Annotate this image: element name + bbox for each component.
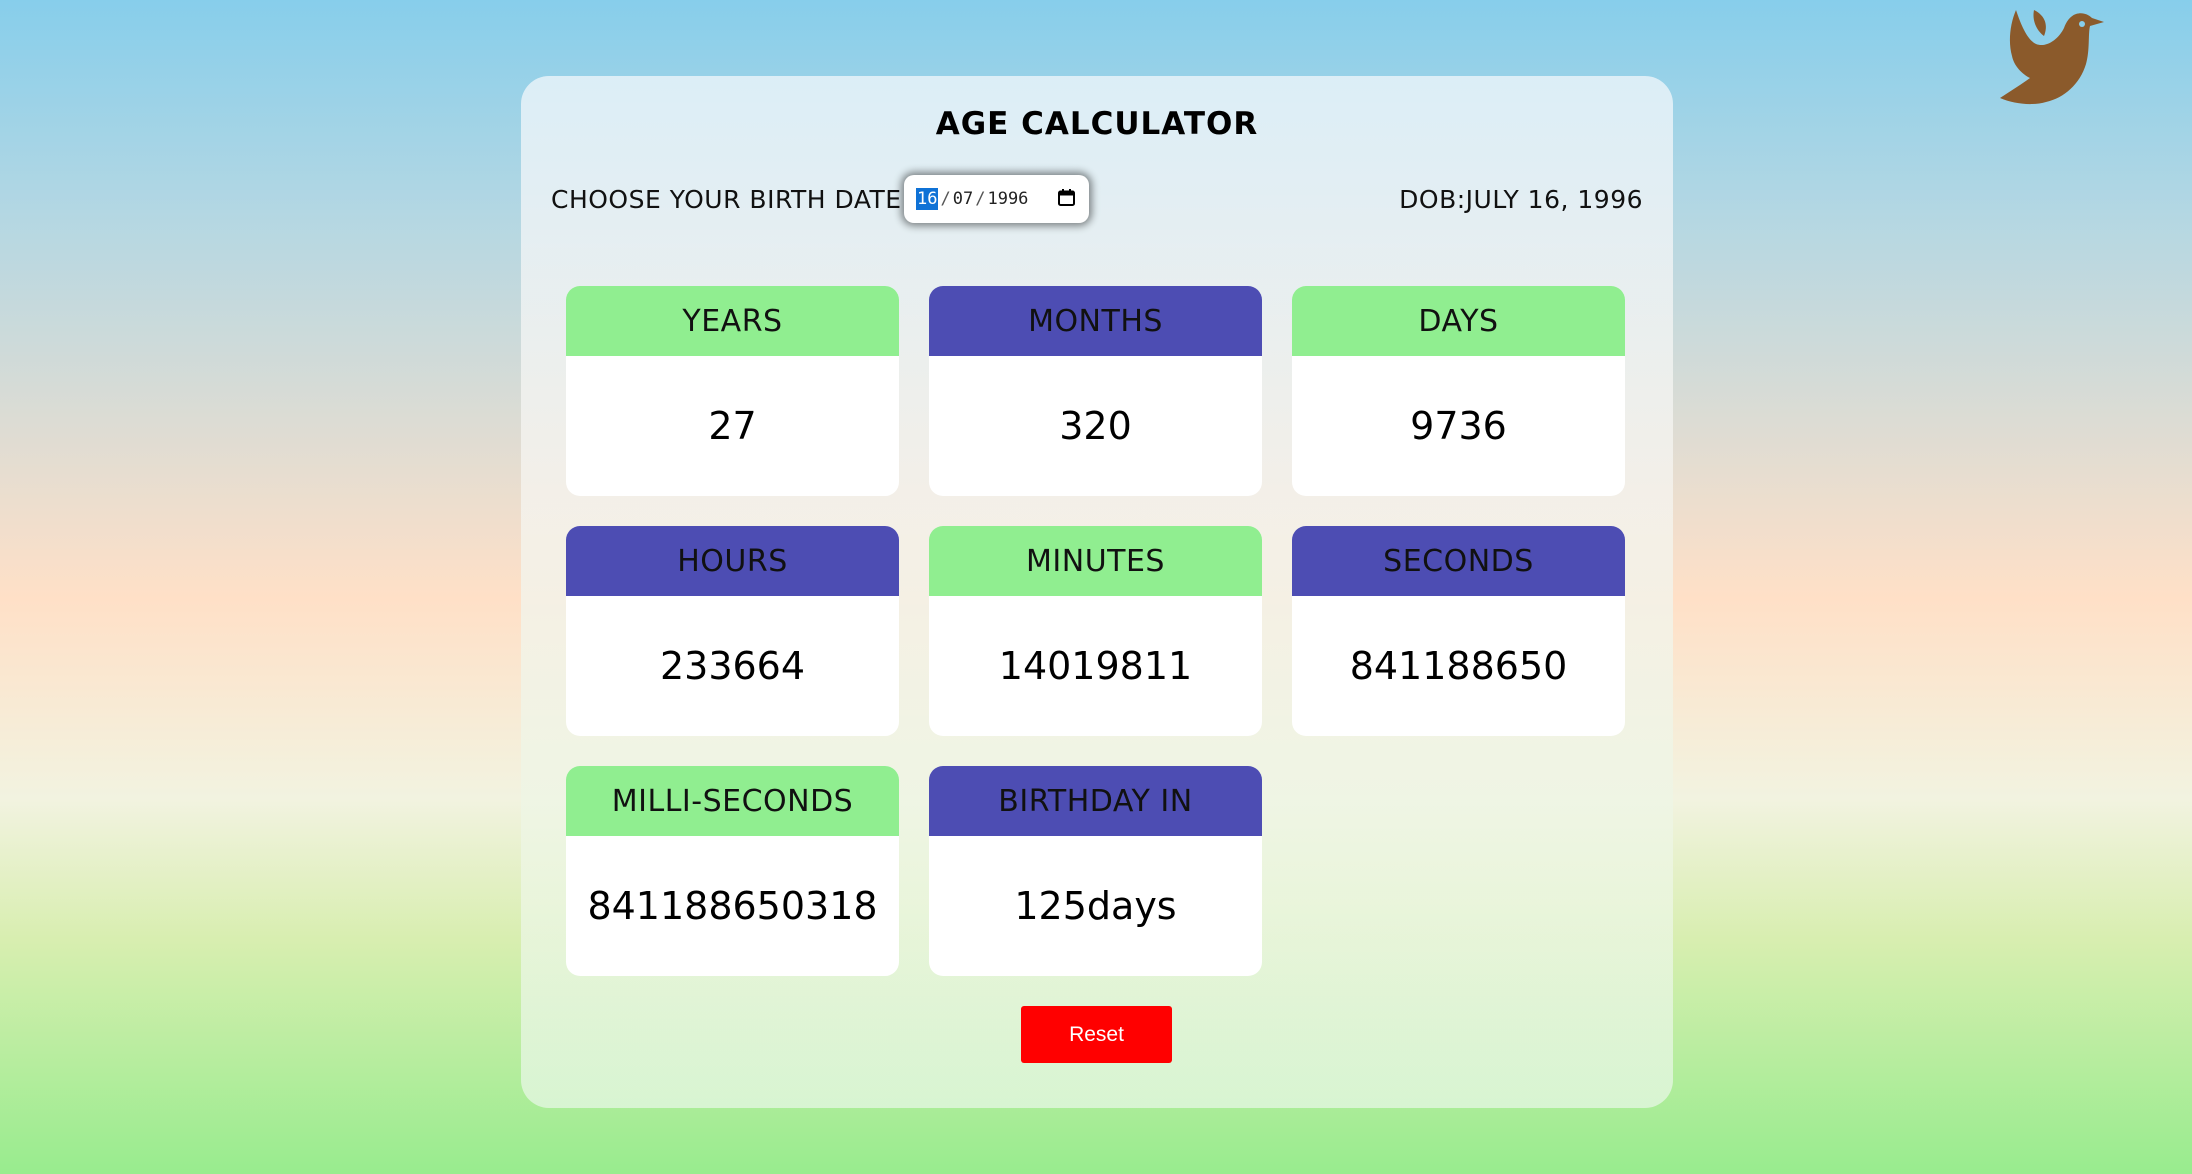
tile-value: 320 <box>1059 404 1132 448</box>
birthday-in-tile: BIRTHDAY IN 125days <box>929 766 1262 976</box>
minutes-tile: MINUTES 14019811 <box>929 526 1262 736</box>
calendar-icon[interactable] <box>1058 189 1075 206</box>
birth-date-label: CHOOSE YOUR BIRTH DATE <box>551 185 902 214</box>
tile-label: MINUTES <box>929 526 1262 596</box>
tile-label: MILLI-SECONDS <box>566 766 899 836</box>
months-tile: MONTHS 320 <box>929 286 1262 496</box>
birth-date-input[interactable]: 16/07/1996 <box>904 175 1089 223</box>
date-separator: / <box>940 189 951 209</box>
tile-label: HOURS <box>566 526 899 596</box>
bird-icon <box>2000 10 2104 105</box>
tile-value: 233664 <box>659 644 806 688</box>
dob-display: DOB:JULY 16, 1996 <box>1399 185 1643 214</box>
hours-tile: HOURS 233664 <box>566 526 899 736</box>
date-day-segment[interactable]: 16 <box>916 188 939 210</box>
calculator-card: AGE CALCULATOR CHOOSE YOUR BIRTH DATE 16… <box>521 76 1673 1108</box>
tile-label: YEARS <box>566 286 899 356</box>
tile-value: 14019811 <box>998 644 1193 688</box>
tile-value: 27 <box>708 404 757 448</box>
tile-value: 125days <box>1014 884 1177 928</box>
years-tile: YEARS 27 <box>566 286 899 496</box>
tile-value: 841188650318 <box>587 884 878 928</box>
date-month-segment[interactable]: 07 <box>953 189 973 209</box>
tile-label: DAYS <box>1292 286 1625 356</box>
days-tile: DAYS 9736 <box>1292 286 1625 496</box>
date-year-segment[interactable]: 1996 <box>987 189 1028 209</box>
reset-button[interactable]: Reset <box>1021 1006 1172 1063</box>
milliseconds-tile: MILLI-SECONDS 841188650318 <box>566 766 899 976</box>
tile-label: BIRTHDAY IN <box>929 766 1262 836</box>
tile-label: MONTHS <box>929 286 1262 356</box>
page-title: AGE CALCULATOR <box>935 106 1259 142</box>
date-separator: / <box>975 189 986 209</box>
tile-value: 9736 <box>1410 404 1507 448</box>
tile-label: SECONDS <box>1292 526 1625 596</box>
seconds-tile: SECONDS 841188650 <box>1292 526 1625 736</box>
tile-value: 841188650 <box>1349 644 1568 688</box>
